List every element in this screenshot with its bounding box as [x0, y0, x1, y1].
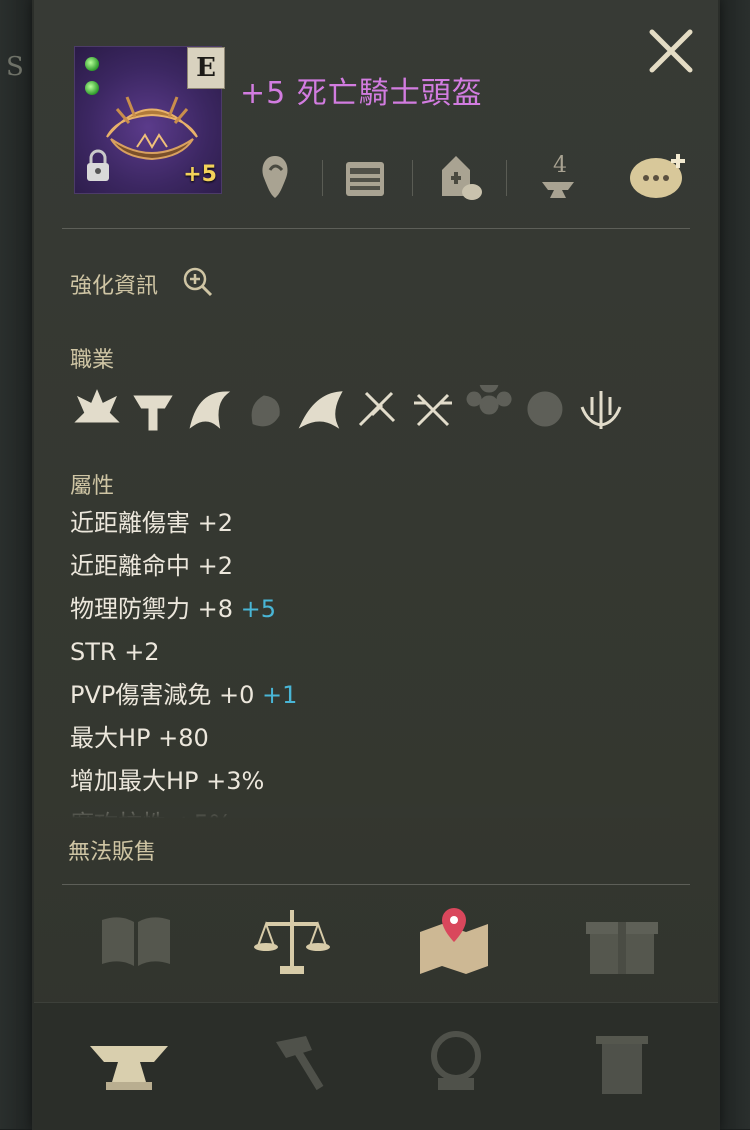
- attribute-bonus: +5: [233, 595, 277, 623]
- attribute-line: 近距離命中 +2: [70, 545, 670, 588]
- shop-icon[interactable]: [434, 148, 484, 204]
- toolbar-divider: [322, 160, 323, 196]
- attribute-list: 近距離傷害 +2 近距離命中 +2 物理防禦力 +8 +5 STR +2 PVP傷害減免…: [70, 502, 670, 818]
- gift-box-icon[interactable]: [582, 902, 662, 982]
- toolbar-divider: [412, 160, 413, 196]
- attribute-text: 最大HP +80: [70, 724, 209, 752]
- attribute-text: 近距離傷害 +2: [70, 509, 234, 537]
- anvil-count-icon[interactable]: 4: [534, 148, 584, 204]
- toolbar-divider: [506, 160, 507, 196]
- attribute-text: 物理防禦力 +8: [70, 595, 234, 623]
- rune-circle-icon: [466, 385, 512, 415]
- item-tooltip-panel: E +5 +5 死亡騎士頭盔 4 強化資訊 職業 屬性 近距離傷害 +2 近距離…: [34, 0, 718, 1130]
- dragon-wing-icon: [298, 391, 343, 429]
- trident-wings-icon: [580, 391, 622, 429]
- magnifier-orb-icon[interactable]: [414, 1022, 504, 1102]
- header-separator: [62, 228, 690, 229]
- crest-icon[interactable]: [250, 148, 300, 204]
- attribute-text: 近距離命中 +2: [70, 552, 234, 580]
- attribute-line: 最大HP +80: [70, 717, 670, 760]
- crossed-weapons-icon: [358, 391, 396, 427]
- crossed-axes-icon: [414, 393, 452, 427]
- chest-icon[interactable]: [340, 148, 390, 204]
- attribute-line: 物理防禦力 +8 +5: [70, 588, 670, 631]
- class-label: 職業: [70, 348, 115, 373]
- gem-slot-icon: [85, 81, 99, 95]
- attribute-list-fade: [70, 798, 670, 818]
- map-marker-icon[interactable]: [414, 902, 494, 982]
- knight-helm-icon: [133, 395, 173, 431]
- anvil-icon[interactable]: [84, 1022, 174, 1102]
- grade-badge: E: [187, 47, 225, 89]
- attribute-bonus: +1: [254, 681, 298, 709]
- item-name: +5 死亡騎士頭盔: [240, 76, 483, 111]
- dark-claw-icon: [251, 395, 280, 427]
- attribute-text: PVP傷害減免 +0: [70, 681, 255, 709]
- unsellable-label: 無法販售: [68, 840, 157, 865]
- attribute-line: 增加最大HP +3%: [70, 760, 670, 803]
- close-button[interactable]: [644, 24, 698, 78]
- attribute-text: 增加最大HP +3%: [70, 767, 265, 795]
- class-icon-row: [72, 385, 632, 435]
- spirit-orb-icon: [527, 391, 563, 427]
- gem-slot-icon: [85, 57, 99, 71]
- anvil-count: 4: [553, 153, 567, 178]
- hammer-icon[interactable]: [256, 1022, 346, 1102]
- attribute-text: STR +2: [70, 638, 160, 666]
- attribute-line: 近距離傷害 +2: [70, 502, 670, 545]
- actions-separator: [62, 884, 690, 885]
- attribute-line: STR +2: [70, 631, 670, 674]
- attributes-label: 屬性: [70, 474, 115, 499]
- enhance-info-label[interactable]: 強化資訊: [70, 268, 158, 300]
- zoom-in-icon[interactable]: [180, 264, 216, 300]
- lock-icon[interactable]: [83, 149, 113, 183]
- scales-icon[interactable]: [252, 902, 332, 982]
- trash-can-icon[interactable]: [576, 1022, 666, 1102]
- item-icon: E +5: [74, 46, 225, 194]
- attribute-line: PVP傷害減免 +0 +1: [70, 674, 670, 717]
- royal-crown-icon: [74, 389, 120, 423]
- book-icon[interactable]: [96, 902, 176, 982]
- background-letter: S: [6, 52, 24, 82]
- chat-add-icon[interactable]: [628, 148, 690, 204]
- wing-feather-icon: [189, 391, 231, 429]
- enhancement-badge: +5: [183, 162, 217, 187]
